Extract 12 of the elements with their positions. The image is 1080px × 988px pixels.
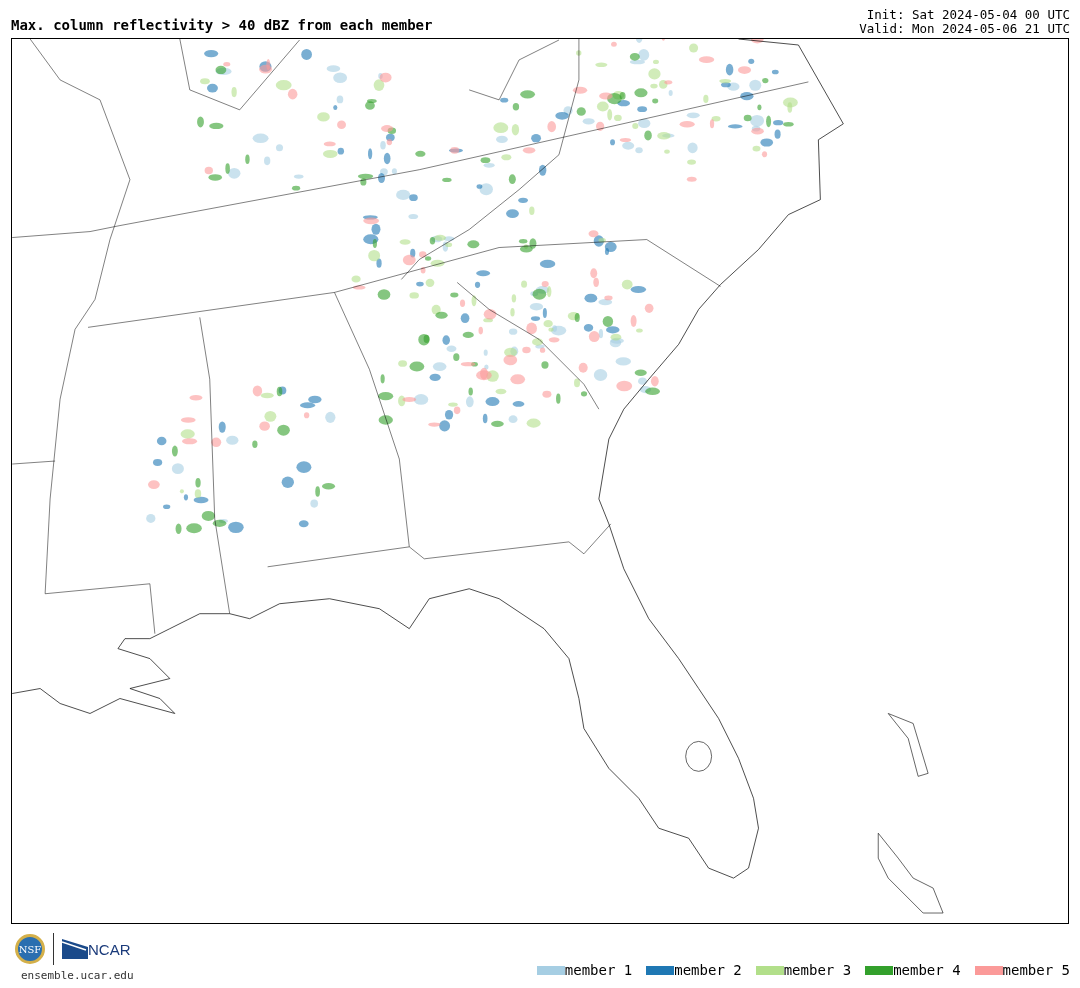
nsf-logo: NSF xyxy=(15,934,45,964)
legend-label: member 4 xyxy=(893,962,961,978)
chart-title: Max. column reflectivity > 40 dBZ from each member xyxy=(11,17,433,35)
legend-label: member 3 xyxy=(783,962,852,978)
site-url: ensemble.ucar.edu xyxy=(20,969,134,982)
legend-label: member 5 xyxy=(1002,962,1070,978)
valid-time: Valid: Mon 2024-05-06 21 UTC xyxy=(859,22,1070,36)
ncar-logo-text: NCAR xyxy=(88,940,131,958)
ncar-mark-icon xyxy=(62,939,88,959)
legend-label: member 1 xyxy=(564,962,633,978)
legend-label: member 2 xyxy=(674,962,742,978)
init-time: Init: Sat 2024-05-04 00 UTC xyxy=(865,8,1070,22)
